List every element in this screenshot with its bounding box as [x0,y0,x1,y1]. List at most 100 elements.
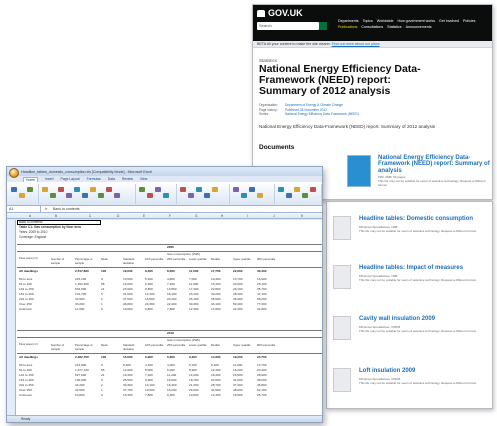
column-header[interactable]: K [301,213,303,219]
table-cell[interactable]: 9,800 [145,307,153,312]
ribbon-command-icon[interactable] [155,187,161,192]
table-cell[interactable]: 11,000 [75,307,84,312]
table-cell[interactable]: 6,900 [145,355,153,360]
table-cell[interactable]: 12,300 [189,307,198,312]
ribbon-command-icon[interactable] [310,187,316,192]
table-cell[interactable]: All dwellings [19,355,38,360]
spreadsheet-thumbnail-icon[interactable] [333,265,351,289]
document-title-link[interactable]: Cavity wall insulation 2009 [359,316,435,322]
table-cell[interactable]: 6,600 [167,355,175,360]
ribbon-command-icon[interactable] [147,193,153,198]
ribbon-command-icon[interactable] [196,187,202,192]
document-list-item[interactable]: Loft insulation 2009 MS Excel Spreadsheet… [333,368,491,396]
table-cell[interactable]: 24,300 [233,307,242,312]
insert-function-icon[interactable]: fx [41,207,51,211]
table-cell[interactable]: 14,400 [211,393,220,398]
table-cell[interactable]: 2,482,700 [75,355,89,360]
search-input[interactable]: Search [257,22,319,30]
column-header[interactable]: H [221,213,223,219]
table-cell[interactable]: 14,300 [211,355,220,360]
table-cell[interactable]: 8,400 [145,269,153,274]
table-cell[interactable]: 19,000 [123,307,132,312]
table-cell[interactable]: 9,400 [189,355,197,360]
beta-banner-link[interactable]: Find out more about our plans [332,42,380,46]
ribbon-command-icon[interactable] [278,187,284,192]
ribbon-command-icon[interactable] [249,187,255,192]
ribbon-command-icon[interactable] [188,193,194,198]
column-header[interactable]: C [89,213,91,219]
ribbon-command-icon[interactable] [257,193,263,198]
ribbon-command-icon[interactable] [27,187,33,192]
column-header[interactable]: F [169,213,171,219]
table-cell[interactable]: 25,700 [257,393,266,398]
column-header[interactable]: D [117,213,119,219]
ribbon-tab[interactable]: Data [108,177,115,181]
document-list-item[interactable]: Cavity wall insulation 2009 MS Excel Spre… [333,316,491,344]
ribbon-command-icon[interactable] [74,187,80,192]
table-cell[interactable]: 100 [101,355,106,360]
ribbon-command-icon[interactable] [294,187,300,192]
govuk-logo[interactable]: GOV.UK [257,8,488,18]
ribbon-command-icon[interactable] [302,193,308,198]
document-title-link[interactable]: National Energy Efficiency Data-Framewor… [378,155,490,174]
table-cell[interactable]: 31,800 [257,307,266,312]
formula-input[interactable]: Back to contents [51,207,80,211]
document-title-link[interactable]: Headline tables: Domestic consumption [359,216,473,222]
nav-item[interactable]: Publications [338,25,357,31]
table-cell[interactable]: 2,517,800 [75,269,89,274]
nav-item[interactable]: Get involved [439,19,459,25]
ribbon-command-icon[interactable] [233,187,239,192]
spreadsheet-thumbnail-icon[interactable] [333,316,351,340]
document-list-item[interactable]: Headline tables: Domestic consumption MS … [333,216,491,244]
meta-value[interactable]: National Energy Efficiency Data-Framewor… [285,112,359,117]
ribbon-command-icon[interactable] [114,193,120,198]
spreadsheet-thumbnail-icon[interactable] [333,216,351,240]
ribbon-command-icon[interactable] [11,187,17,192]
nav-item[interactable]: Announcements [406,25,432,31]
table-cell[interactable]: 11,500 [189,269,198,274]
ribbon-tab[interactable]: Home [23,176,39,182]
table-cell[interactable]: 0 [101,307,103,312]
table-cell[interactable]: 19,200 [233,355,242,360]
table-cell[interactable]: 6,300 [167,393,175,398]
nav-item[interactable]: Statistics [387,25,401,31]
ribbon-command-icon[interactable] [139,187,145,192]
ribbon-command-icon[interactable] [286,193,292,198]
table-cell[interactable]: 0 [101,393,103,398]
table-cell[interactable]: 15,500 [123,355,132,360]
nav-item[interactable]: Policies [463,19,475,25]
table-cell[interactable]: 7,800 [167,307,175,312]
office-button-icon[interactable] [9,168,19,178]
ribbon-command-icon[interactable] [204,193,210,198]
column-header[interactable]: A [29,213,31,219]
document-title-link[interactable]: Headline tables: Impact of measures [359,265,463,271]
ribbon-tab[interactable]: Page Layout [61,177,80,181]
ribbon-command-icon[interactable] [106,187,112,192]
search-button[interactable] [319,22,327,30]
ribbon-command-icon[interactable] [42,187,48,192]
ribbon-command-icon[interactable] [90,187,96,192]
ribbon-tab[interactable]: Review [122,177,133,181]
ribbon-tab[interactable]: Insert [45,177,53,181]
column-header[interactable]: I [247,213,248,219]
nav-item[interactable]: Consultations [361,25,383,31]
table-cell[interactable]: 17,700 [211,269,220,274]
ribbon-command-icon[interactable] [241,193,247,198]
ribbon-command-icon[interactable] [66,193,72,198]
table-cell[interactable]: Unknown [19,393,32,398]
ribbon-command-icon[interactable] [50,193,56,198]
document-list-item[interactable]: Headline tables: Impact of measures MS Ex… [333,265,491,293]
table-cell[interactable]: 22,600 [233,269,242,274]
worksheet-cells[interactable]: Back to contents Table C1: Gas consumptio… [17,220,322,415]
table-cell[interactable]: 15,300 [123,393,132,398]
ribbon-tab[interactable]: View [140,177,147,181]
table-cell[interactable]: 30,400 [257,269,266,274]
worksheet-grid[interactable]: Back to contents Table C1: Gas consumptio… [7,220,322,415]
column-header[interactable]: E [143,213,145,219]
ribbon-command-icon[interactable] [58,187,64,192]
table-cell[interactable]: 17,800 [211,307,220,312]
column-header[interactable]: G [195,213,197,219]
ribbon-command-icon[interactable] [98,193,104,198]
ribbon-command-icon[interactable] [212,187,218,192]
table-cell[interactable]: Unknown [19,307,32,312]
